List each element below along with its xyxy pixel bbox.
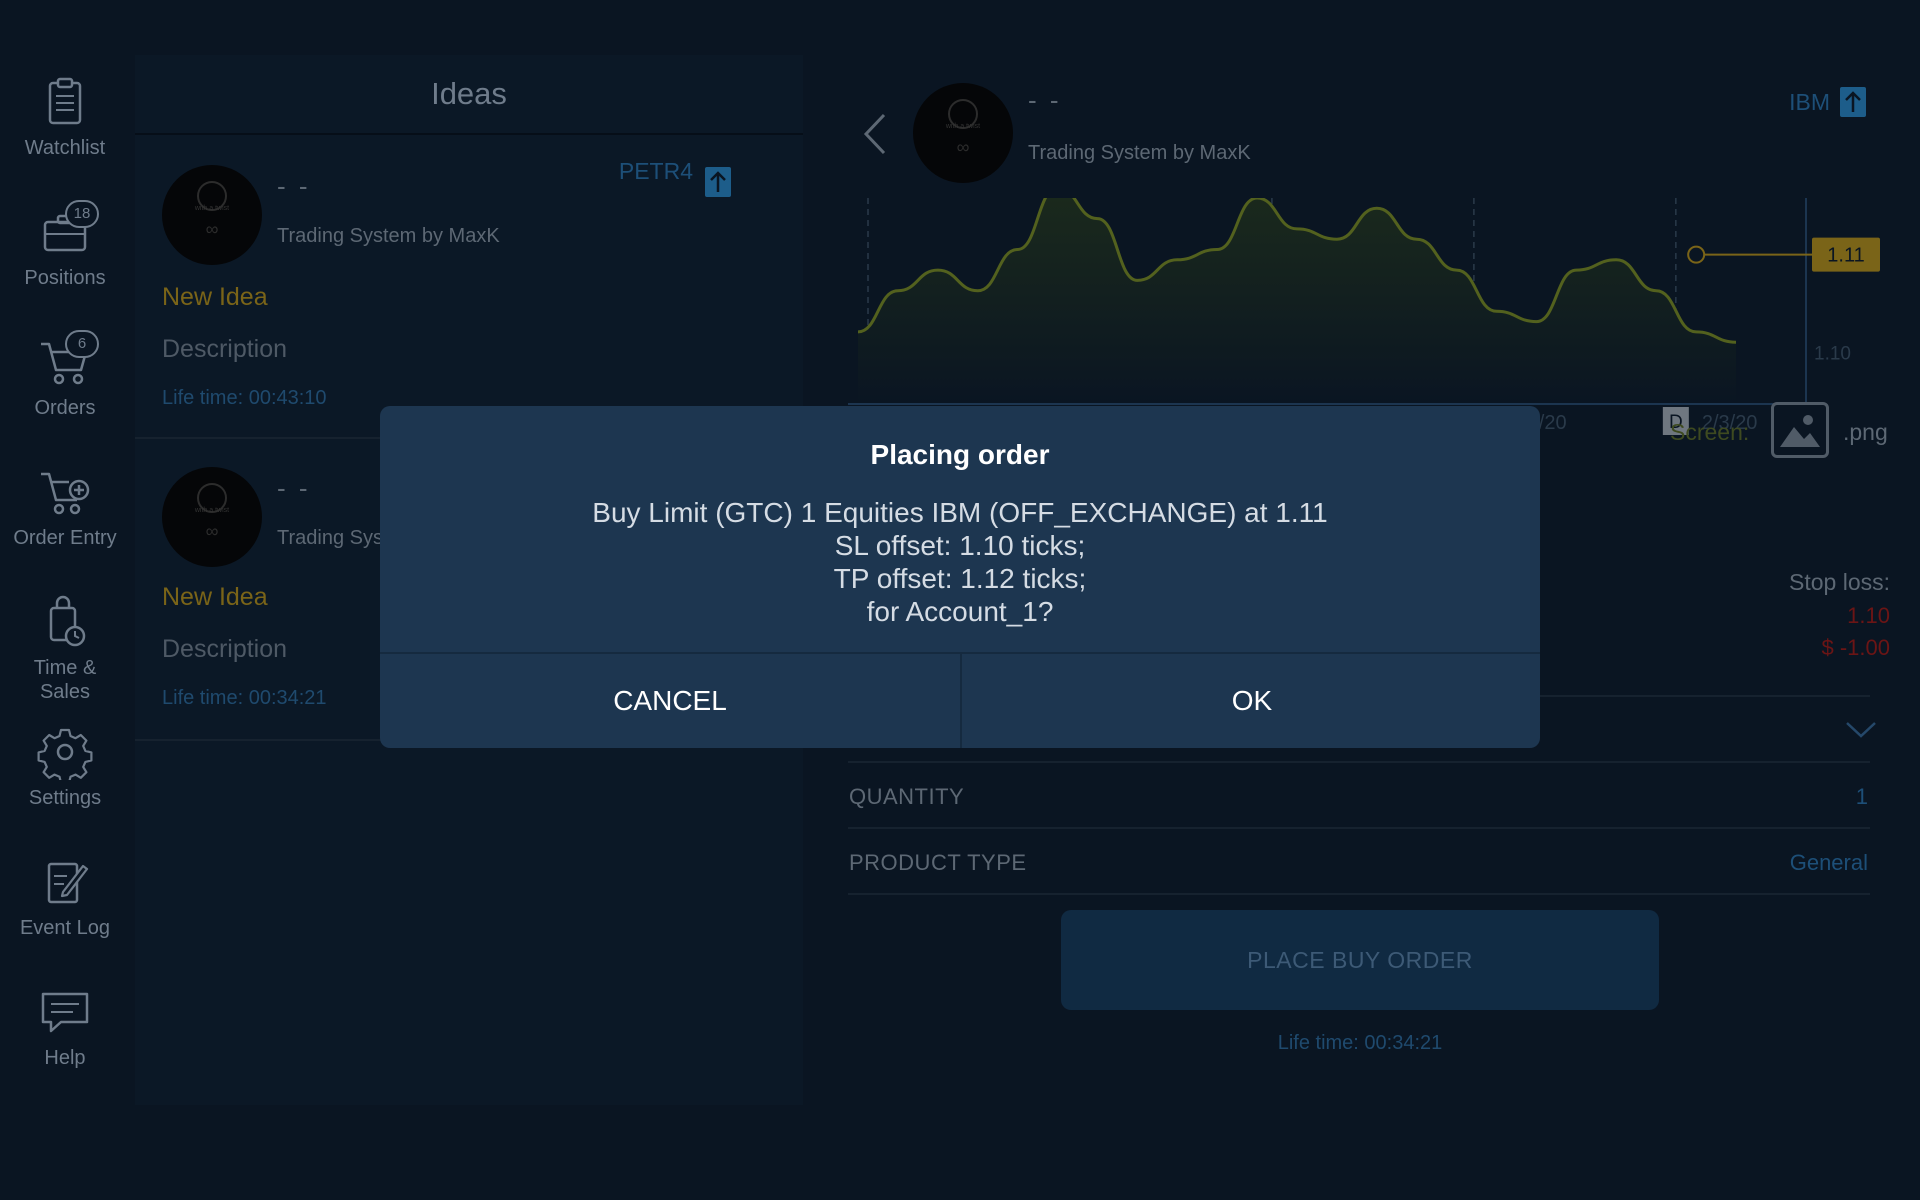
idea-title: New Idea — [162, 583, 268, 611]
arrow-up-icon — [1840, 87, 1866, 117]
ok-button[interactable]: OK — [962, 654, 1540, 748]
sidebar-item-orders[interactable]: 6 Orders — [0, 320, 130, 440]
idea-author: Trading System by MaxK — [1028, 142, 1251, 164]
sidebar-item-event-log[interactable]: Event Log — [0, 840, 130, 960]
stop-loss-offset-line: SL offset: 1.10 ticks; — [834, 530, 1086, 561]
cart-icon: 6 — [37, 330, 99, 390]
divider — [848, 893, 1870, 895]
gear-icon — [37, 724, 93, 784]
order-summary-line: Buy Limit (GTC) 1 Equities IBM (OFF_EXCH… — [592, 497, 1328, 528]
stop-loss-value: 1.10 — [1847, 603, 1890, 628]
sidebar-item-label: Event Log — [19, 917, 111, 939]
sidebar-item-settings[interactable]: Settings — [0, 710, 130, 830]
quantity-value[interactable]: 1 — [1856, 784, 1868, 810]
idea-description: Description — [162, 635, 288, 663]
y-tick-label: 1.10 — [1814, 344, 1851, 365]
sidebar-item-label: Time & Sales — [33, 657, 97, 703]
idea-ticker[interactable]: IBM — [1789, 89, 1830, 116]
sidebar-nav: Watchlist 18 Positions 6 Orders Order En… — [0, 50, 130, 1100]
cart-plus-icon — [37, 464, 93, 520]
divider — [848, 827, 1870, 829]
product-type-value[interactable]: General — [1790, 850, 1868, 876]
placing-order-dialog: Placing order Buy Limit (GTC) 1 Equities… — [380, 406, 1540, 748]
divider — [848, 761, 1870, 763]
chat-bubble-icon — [37, 984, 93, 1040]
sidebar-item-watchlist[interactable]: Watchlist — [0, 60, 130, 180]
idea-name: - - — [277, 473, 311, 503]
screen-file-extension: .png — [1843, 419, 1888, 445]
chevron-down-icon[interactable] — [1844, 717, 1878, 741]
image-icon[interactable] — [1771, 402, 1829, 458]
idea-ticker[interactable]: PETR4 — [619, 158, 693, 185]
screen-label: Screen: — [1670, 419, 1750, 445]
bag-clock-icon — [37, 594, 93, 650]
cancel-button[interactable]: CANCEL — [380, 654, 960, 748]
idea-author: Trading System by MaxK — [277, 225, 500, 247]
sidebar-item-label: Settings — [28, 787, 102, 809]
idea-lifetime: Life time: 00:34:21 — [162, 687, 327, 709]
back-chevron-icon[interactable] — [860, 111, 890, 157]
take-profit-offset-line: TP offset: 1.12 ticks; — [833, 563, 1087, 594]
idea-lifetime: Life time: 00:43:10 — [162, 387, 327, 409]
sidebar-item-label: Orders — [34, 397, 96, 419]
clipboard-icon — [37, 74, 93, 130]
dialog-title: Placing order — [870, 439, 1050, 470]
sidebar-item-label: Help — [44, 1047, 86, 1069]
account-line: for Account_1? — [866, 596, 1054, 627]
price-point — [1687, 245, 1706, 264]
notepad-pencil-icon — [37, 854, 93, 910]
sidebar-item-help[interactable]: Help — [0, 970, 130, 1090]
avatar: with a twist ∞ — [162, 165, 262, 265]
product-type-label: PRODUCT TYPE — [849, 850, 1027, 875]
sidebar-item-time-and-sales[interactable]: Time & Sales — [0, 580, 130, 703]
idea-name: - - — [277, 171, 311, 201]
sidebar-item-label: Order Entry — [13, 527, 117, 549]
idea-name: - - — [1028, 85, 1062, 115]
stop-loss-label: Stop loss: — [1789, 569, 1890, 595]
sidebar-item-order-entry[interactable]: Order Entry — [0, 450, 130, 570]
idea-description: Description — [162, 335, 288, 363]
arrow-up-icon — [705, 167, 731, 197]
positions-count-badge: 18 — [65, 200, 99, 228]
briefcase-icon: 18 — [37, 200, 99, 260]
sidebar-item-label: Positions — [24, 267, 106, 289]
orders-count-badge: 6 — [65, 330, 99, 358]
avatar: with a twist ∞ — [913, 83, 1013, 183]
place-buy-order-button[interactable]: PLACE BUY ORDER — [1061, 910, 1659, 1010]
idea-title: New Idea — [162, 283, 268, 311]
avatar: with a twist ∞ — [162, 467, 262, 567]
sidebar-item-label: Watchlist — [24, 137, 106, 159]
ideas-header: Ideas — [135, 55, 803, 135]
idea-lifetime: Life time: 00:34:21 — [1277, 1032, 1443, 1054]
price-chart[interactable]: 1.111.10 D12/2/19D12/20/19D1/1/20D1/20/2… — [848, 198, 1908, 438]
quantity-label: QUANTITY — [849, 784, 965, 809]
idea-card[interactable]: with a twist ∞ - - Trading System by MaxK… — [135, 137, 803, 439]
price-tag-label: 1.11 — [1827, 245, 1864, 267]
stop-loss-amount: $ -1.00 — [1821, 635, 1891, 660]
idea-author: Trading Sys — [277, 527, 383, 549]
sidebar-item-positions[interactable]: 18 Positions — [0, 190, 130, 310]
dialog-message: Buy Limit (GTC) 1 Equities IBM (OFF_EXCH… — [380, 496, 1540, 628]
